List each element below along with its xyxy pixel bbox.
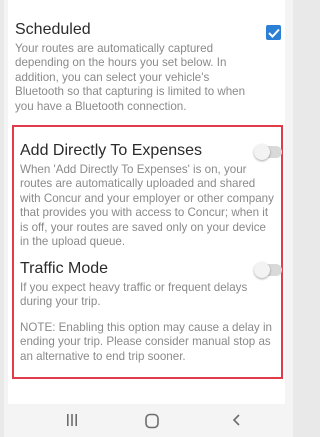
traffic-mode-title: Traffic Mode <box>20 260 109 277</box>
scheduled-setting: Scheduled Your routes are automatically … <box>15 20 255 114</box>
checkmark-icon <box>267 28 280 38</box>
scheduled-description: Your routes are automatically captured d… <box>15 42 246 113</box>
traffic-mode-setting: Traffic Mode If you expect heavy traffic… <box>20 259 278 364</box>
add-to-expenses-setting: Add Directly To Expenses When 'Add Direc… <box>20 141 278 249</box>
traffic-mode-description: If you expect heavy traffic or frequent … <box>20 281 248 309</box>
scheduled-checkbox[interactable] <box>266 25 281 40</box>
recent-apps-icon[interactable] <box>65 413 79 432</box>
add-to-expenses-description: When 'Add Directly To Expenses' is on, y… <box>20 163 274 249</box>
back-icon[interactable] <box>230 413 244 432</box>
toggle-knob <box>254 144 270 160</box>
scheduled-title: Scheduled <box>15 21 91 38</box>
add-to-expenses-toggle[interactable] <box>254 144 282 160</box>
system-nav-bar <box>4 405 293 437</box>
add-to-expenses-title: Add Directly To Expenses <box>20 142 203 159</box>
toggle-knob <box>254 262 270 278</box>
home-icon[interactable] <box>144 413 160 434</box>
traffic-mode-note: NOTE: Enabling this option may cause a d… <box>20 320 272 363</box>
traffic-mode-toggle[interactable] <box>254 262 282 278</box>
